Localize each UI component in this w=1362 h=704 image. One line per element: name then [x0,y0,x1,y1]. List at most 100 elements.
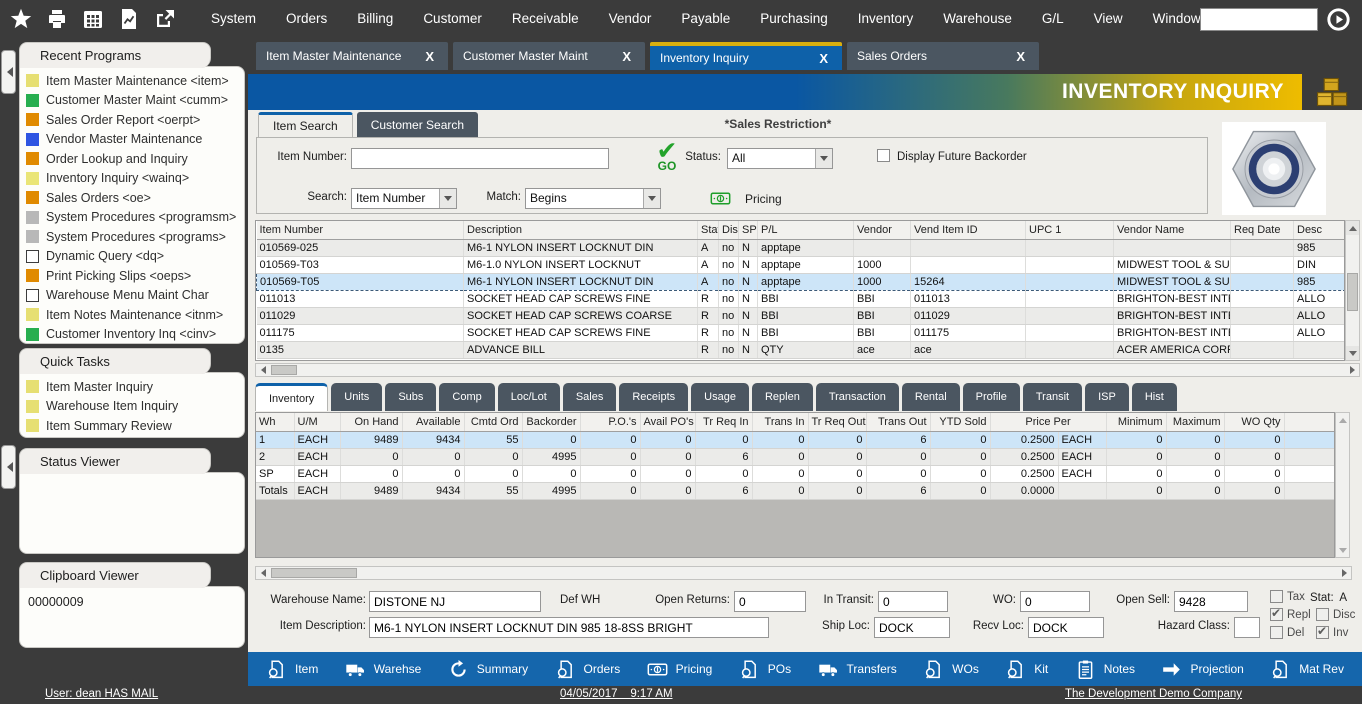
item-grid-column-header[interactable]: P/L [758,221,854,239]
report-icon[interactable] [114,5,144,33]
table-row[interactable]: 0135ADVANCE BILLRnoNQTYaceaceACER AMERIC… [257,341,1346,358]
menu-vendor[interactable]: Vendor [594,0,667,38]
tab-receipts[interactable]: Receipts [619,383,688,411]
toolbar-projection-button[interactable]: Projection [1161,659,1243,680]
warehouse-grid-column-header[interactable]: Trans In [752,413,808,431]
program-item[interactable]: System Procedures <programs> [20,227,244,247]
warehouse-grid-column-header[interactable]: Cmtd Ord [464,413,522,431]
toolbar-orders-button[interactable]: Orders [555,659,621,680]
program-item[interactable]: Customer Inventory Inq <cinv> [20,325,244,345]
checkbox[interactable] [1270,626,1283,639]
item-grid-column-header[interactable]: Vendor Name [1114,221,1231,239]
toolbar-wos-button[interactable]: WOs [923,659,979,680]
table-row[interactable]: SPEACH000000000000.2500EACH000 [256,465,1335,482]
tab-close-icon[interactable]: X [421,49,438,64]
scrollbar-thumb[interactable] [1347,273,1358,311]
menu-receivable[interactable]: Receivable [497,0,594,38]
warehouse-grid-column-header[interactable]: Available [402,413,464,431]
program-item[interactable]: Item Summary Review [20,416,244,436]
checkbox[interactable] [1270,590,1283,603]
toolbar-transfers-button[interactable]: Transfers [818,659,897,680]
tab-inventory[interactable]: Inventory [255,383,328,411]
scroll-up-icon[interactable] [1346,221,1359,235]
status-select[interactable]: All [727,148,833,169]
program-item[interactable]: Item Master Inquiry [20,377,244,397]
scroll-right-icon[interactable] [1337,567,1351,579]
scroll-left-icon[interactable] [256,364,270,376]
checkbox[interactable] [1316,626,1329,639]
tab-transaction[interactable]: Transaction [816,383,899,411]
item-grid-column-header[interactable]: Stat [698,221,719,239]
tab-profile[interactable]: Profile [963,383,1020,411]
program-item[interactable]: Print Picking Slips <oeps> [20,266,244,286]
menu-billing[interactable]: Billing [342,0,408,38]
toolbar-pos-button[interactable]: POs [739,659,791,680]
window-tab-customer-master-maint[interactable]: Customer Master MaintX [453,42,645,70]
toolbar-warehse-button[interactable]: Warehse [345,659,422,680]
warehouse-grid-column-header[interactable]: Price Per [990,413,1106,431]
program-item[interactable]: Sales Order Report <oerpt> [20,110,244,130]
table-row[interactable]: 010569-T05M6-1 NYLON INSERT LOCKNUT DINA… [257,273,1346,290]
window-tab-sales-orders[interactable]: Sales OrdersX [847,42,1039,70]
program-item[interactable]: Sales Orders <oe> [20,188,244,208]
scrollbar-thumb[interactable] [271,365,297,375]
window-tab-item-master-maintenance[interactable]: Item Master MaintenanceX [256,42,448,70]
program-item[interactable]: Warehouse Item Inquiry [20,397,244,417]
checkbox[interactable] [1270,608,1283,621]
menu-orders[interactable]: Orders [271,0,342,38]
menu-customer[interactable]: Customer [408,0,497,38]
menu-g-l[interactable]: G/L [1027,0,1079,38]
tab-transit[interactable]: Transit [1023,383,1082,411]
status-viewer-header[interactable]: Status Viewer [19,448,211,474]
tab-close-icon[interactable]: X [815,51,832,66]
item-grid-column-header[interactable]: Description [464,221,698,239]
hazard-class-input[interactable] [1234,617,1260,638]
open-sell-input[interactable] [1174,591,1248,612]
item-grid-column-header[interactable]: Vendor [854,221,911,239]
warehouse-grid-column-header[interactable] [1284,413,1335,431]
printer-icon[interactable] [42,5,72,33]
scroll-down-icon[interactable] [1336,543,1349,557]
sidebar-collapse-button[interactable] [1,50,16,94]
warehouse-grid-column-header[interactable]: Trans Out [866,413,930,431]
menu-purchasing[interactable]: Purchasing [745,0,843,38]
program-item[interactable]: Item Notes Maintenance <itnm> [20,305,244,325]
program-item[interactable]: Dynamic Query <dq> [20,247,244,267]
tab-rental[interactable]: Rental [902,383,960,411]
program-item[interactable]: Inventory Inquiry <wainq> [20,169,244,189]
toolbar-summary-button[interactable]: Summary [448,659,528,680]
gear-icon[interactable] [1325,6,1352,33]
item-grid-column-header[interactable]: Item Number [257,221,464,239]
window-tab-inventory-inquiry[interactable]: Inventory InquiryX [650,42,842,70]
toolbar-mat-rev-button[interactable]: Mat Rev [1270,659,1344,680]
table-row[interactable]: 011013SOCKET HEAD CAP SCREWS FINERnoNBBI… [257,290,1346,307]
table-row[interactable]: TotalsEACH9489943455499500600600.0000000 [256,482,1335,499]
tab-sales[interactable]: Sales [563,383,617,411]
warehouse-grid-column-header[interactable]: On Hand [340,413,402,431]
item-description-input[interactable] [369,617,769,638]
del-checkbox[interactable]: Del [1270,626,1304,639]
item-grid-column-header[interactable]: Req Date [1231,221,1294,239]
tab-close-icon[interactable]: X [618,49,635,64]
warehouse-grid-column-header[interactable]: YTD Sold [930,413,990,431]
checkbox[interactable] [1316,608,1329,621]
tab-loc-lot[interactable]: Loc/Lot [498,383,560,411]
warehouse-grid-column-header[interactable]: WO Qty [1224,413,1284,431]
display-future-backorder-checkbox[interactable] [877,149,890,162]
warehouse-grid-column-header[interactable]: Backorder [522,413,580,431]
quick-tasks-header[interactable]: Quick Tasks [19,348,211,374]
menu-system[interactable]: System [196,0,271,38]
warehouse-grid-column-header[interactable]: Minimum [1106,413,1166,431]
tab-subs[interactable]: Subs [385,383,436,411]
star-icon[interactable] [6,5,36,33]
calendar-icon[interactable] [78,5,108,33]
program-item[interactable]: Warehouse Menu Maint Char [20,286,244,306]
disc-checkbox[interactable]: Disc [1316,608,1355,621]
item-grid-column-header[interactable]: UPC 1 [1026,221,1114,239]
table-row[interactable]: 010569-T03M6-1.0 NYLON INSERT LOCKNUTAno… [257,256,1346,273]
tab-replen[interactable]: Replen [752,383,813,411]
open-returns-input[interactable] [734,591,806,612]
tab-close-icon[interactable]: X [1012,49,1029,64]
repl-checkbox[interactable]: Repl [1270,608,1311,621]
scroll-down-icon[interactable] [1346,346,1359,360]
